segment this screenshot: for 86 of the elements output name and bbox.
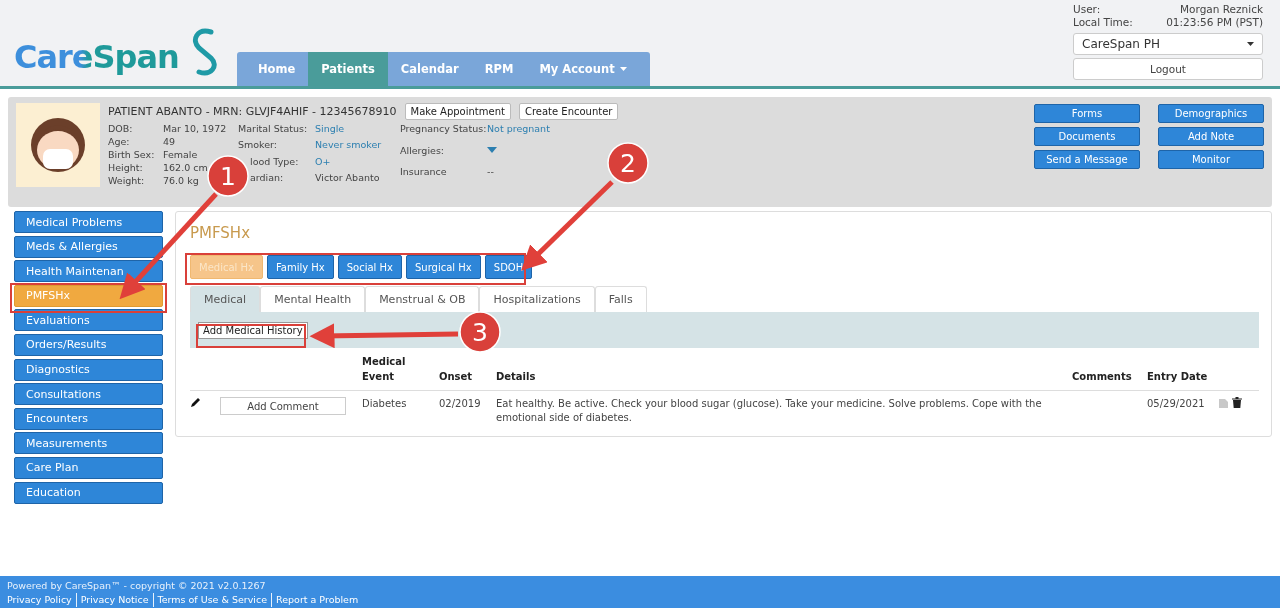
field-link[interactable]: Single	[315, 122, 345, 139]
callout-marker: 2	[607, 142, 649, 184]
time-label: Local Time:	[1073, 16, 1133, 29]
table-cell-text: 02/2019	[439, 397, 482, 411]
trash-icon[interactable]	[1232, 397, 1242, 408]
field-label: Age:	[108, 135, 130, 148]
patient-menu-button[interactable]: Demographics	[1158, 104, 1264, 123]
patient-menu-button[interactable]: Forms	[1034, 104, 1140, 123]
nav-tab[interactable]: Calendar	[387, 52, 472, 86]
history-tab[interactable]: Surgical Hx	[406, 255, 481, 279]
footer-link[interactable]: Privacy Policy	[7, 593, 72, 607]
field-label: lood Type:	[249, 154, 299, 169]
pencil-icon[interactable]	[190, 397, 201, 408]
patient-action-button[interactable]: Make Appointment	[404, 103, 511, 120]
sidebar-item[interactable]: Encounters	[14, 407, 163, 430]
sub-tab[interactable]: Menstrual & OB	[365, 286, 480, 312]
patient-title: PATIENT ABANTO - MRN: GLVJF4AHIF - 12345678910	[108, 105, 397, 118]
history-tab[interactable]: Family Hx	[266, 255, 334, 279]
caret-icon	[1247, 42, 1254, 46]
sub-tab[interactable]: Mental Health	[260, 286, 366, 312]
caret-icon[interactable]	[487, 146, 497, 153]
logout-button[interactable]: Logout	[1073, 58, 1263, 80]
patient-menu-button[interactable]: Add Note	[1158, 127, 1264, 146]
sidebar-item[interactable]: Health Maintenan	[14, 260, 163, 283]
user-name: Morgan Reznick	[1180, 3, 1263, 16]
field-label: ardian:	[249, 170, 284, 185]
add-comment-button[interactable]: Add Comment	[220, 397, 346, 415]
patient-action-button[interactable]: Create Encounter	[518, 103, 619, 120]
field-value: Victor Abanto	[315, 170, 380, 185]
sidebar-item[interactable]: Consultations	[14, 383, 163, 406]
patient-menu-button[interactable]: Send a Message	[1034, 150, 1140, 169]
nav-tab[interactable]: Patients	[308, 52, 388, 86]
sidebar-item[interactable]: Diagnostics	[14, 358, 163, 381]
column-header: Comments	[1072, 354, 1147, 391]
callout-marker: 1	[207, 155, 249, 197]
sub-tab[interactable]: Medical	[190, 286, 261, 312]
footer-link[interactable]: Terms of Use & Service	[152, 593, 267, 607]
local-time: 01:23:56 PM (PST)	[1166, 16, 1263, 29]
nav-tab[interactable]: RPM	[471, 52, 527, 86]
field-label: DOB:	[108, 122, 133, 135]
sidebar-item[interactable]: Medical Problems	[14, 211, 163, 233]
field-value: Mar 10, 1972	[163, 122, 227, 135]
field-value: 162.0 cm	[163, 161, 208, 174]
copyright-text: Powered by CareSpan™ - copyright © 2021 v2.0.1267	[7, 579, 267, 593]
field-label: Birth Sex:	[108, 148, 155, 161]
table-cell-text: Eat healthy. Be active. Check your blood sugar (glucose). Take your medicine. Solve problems. Cope with the emotional side of diabetes.	[496, 397, 1043, 425]
sub-tab[interactable]: Hospitalizations	[479, 286, 595, 312]
footer-link[interactable]: Privacy Notice	[75, 593, 149, 607]
sidebar-item[interactable]: Meds & Allergies	[14, 235, 163, 258]
field-value: 49	[163, 135, 176, 148]
sidebar-item[interactable]: Care Plan	[14, 456, 163, 479]
field-value: 76.0 kg	[163, 174, 199, 187]
field-value: Female	[163, 148, 198, 161]
sidebar-item[interactable]: Orders/Results	[14, 333, 163, 356]
column-header: Entry Date	[1147, 354, 1219, 391]
sidebar-item[interactable]: Measurements	[14, 432, 163, 455]
organization-select[interactable]: CareSpan PH	[1073, 33, 1263, 55]
field-link[interactable]: O+	[315, 154, 331, 171]
field-value: --	[487, 165, 494, 180]
history-tab[interactable]: Social Hx	[337, 255, 402, 279]
column-header: Onset	[439, 354, 496, 391]
section-title: PMFSHx	[190, 224, 252, 242]
table-cell-text: Diabetes	[362, 397, 408, 411]
caret-icon	[619, 67, 627, 71]
field-label: Weight:	[108, 174, 145, 187]
field-label: Marital Status:	[238, 122, 308, 136]
nav-tab[interactable]: Home	[244, 52, 309, 86]
field-label: Insurance	[400, 165, 447, 180]
patient-menu-button[interactable]: Monitor	[1158, 150, 1264, 169]
field-label: Pregnancy Status:	[400, 122, 487, 136]
footer-link[interactable]: Report a Problem	[271, 593, 359, 607]
sidebar-item[interactable]: Evaluations	[14, 309, 163, 332]
column-header: Medical Event	[362, 354, 439, 391]
sub-tab[interactable]: Falls	[594, 286, 647, 312]
column-header: Details	[496, 354, 1072, 391]
sidebar-item[interactable]: Education	[14, 481, 163, 504]
field-label: Height:	[108, 161, 143, 174]
table-cell-text: 05/29/2021	[1147, 397, 1206, 411]
patient-menu-button[interactable]: Documents	[1034, 127, 1140, 146]
field-link[interactable]: Not pregnant	[487, 122, 550, 144]
field-link[interactable]: Never smoker	[315, 138, 382, 155]
field-label: Allergies:	[400, 143, 445, 158]
field-label: Smoker:	[238, 138, 278, 153]
user-label: User:	[1073, 3, 1101, 16]
nav-tab[interactable]: My Account	[526, 52, 640, 86]
callout-marker: 3	[459, 311, 501, 353]
